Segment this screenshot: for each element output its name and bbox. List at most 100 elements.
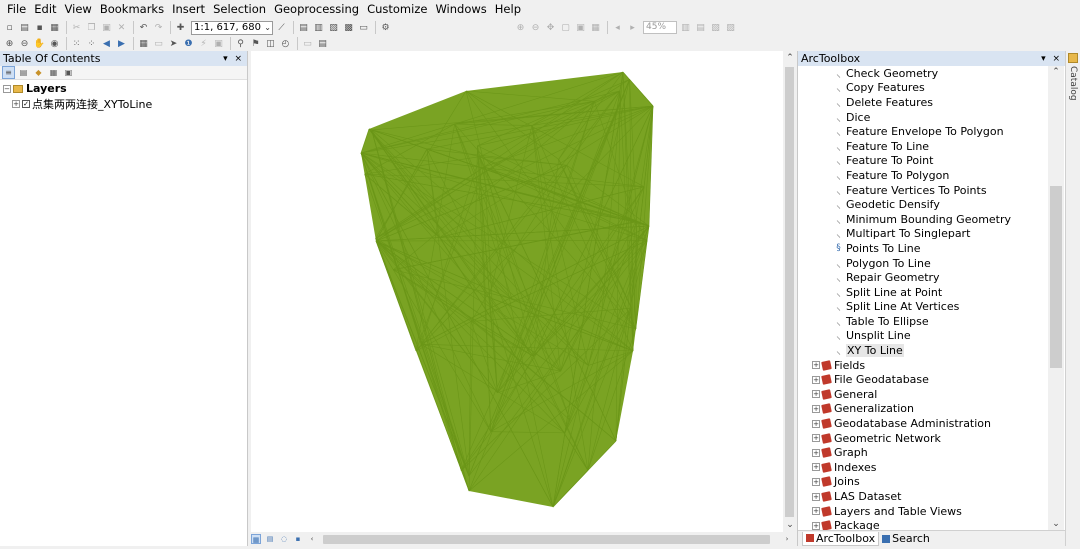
menu-bookmarks[interactable]: Bookmarks [96,0,168,19]
layout-view-icon[interactable]: ▤ [265,534,275,544]
expand-icon[interactable]: + [812,448,820,457]
back-extent-icon[interactable]: ◀ [100,37,113,50]
find-icon[interactable]: ⚲ [234,37,247,50]
tool-item[interactable]: ⸜ Delete Features [798,95,1048,110]
toolset-item[interactable]: + Fields [798,358,1048,373]
options-icon[interactable]: ▣ [62,66,75,79]
toolset-item[interactable]: + Generalization [798,402,1048,417]
tab-arctoolbox[interactable]: ArcToolbox [802,531,880,546]
menu-selection[interactable]: Selection [209,0,270,19]
tool-item[interactable]: ⸜ XY To Line [798,343,1048,358]
data-view-icon[interactable]: ▦ [251,534,261,544]
fixed-zoom-in-icon[interactable]: ⁙ [70,37,83,50]
pause-drawing-icon[interactable]: ▪ [293,534,303,544]
tool-item[interactable]: ⸜ Table To Ellipse [798,314,1048,329]
scroll-up-icon[interactable]: ⌃ [1049,67,1063,77]
layout-pan-icon[interactable]: ✥ [544,21,557,34]
list-by-drawing-order-icon[interactable]: ≡ [2,66,15,79]
scroll-thumb[interactable] [323,534,770,544]
pan-icon[interactable]: ✋ [33,37,46,50]
tool-item[interactable]: ⸜ Check Geometry [798,66,1048,81]
tool-item[interactable]: ⸜ Split Line At Vertices [798,300,1048,315]
menu-help[interactable]: Help [491,0,525,19]
layout-zoom-dropdown[interactable]: 45% [643,21,677,34]
toolset-item[interactable]: + Geodatabase Administration [798,416,1048,431]
expand-icon[interactable]: + [812,477,820,486]
zoom-out-icon[interactable]: ⊖ [18,37,31,50]
print-icon[interactable]: ▦ [48,21,61,34]
data-frame-icon[interactable]: ▤ [316,37,329,50]
tool-item[interactable]: ⸜ Unsplit Line [798,329,1048,344]
fixed-zoom-in-icon[interactable]: ▦ [589,21,602,34]
create-viewer-icon[interactable]: ▭ [301,37,314,50]
tool-item[interactable]: ⸜ Geodetic Densify [798,197,1048,212]
data-driven-pages-icon[interactable]: ▨ [724,21,737,34]
scroll-thumb[interactable] [785,67,794,517]
scroll-left-icon[interactable]: ‹ [307,534,317,544]
tool-item[interactable]: ⸜ Feature To Line [798,139,1048,154]
expand-icon[interactable]: + [812,375,820,384]
change-layout-icon[interactable]: ▧ [709,21,722,34]
zoom-100-icon[interactable]: ▣ [574,21,587,34]
tool-item[interactable]: ⸜ Feature To Point [798,154,1048,169]
toggle-draft-mode-icon[interactable]: ▥ [679,21,692,34]
toolset-item[interactable]: + Indexes [798,460,1048,475]
save-icon[interactable]: ▪ [33,21,46,34]
tool-item[interactable]: ⸜ Copy Features [798,81,1048,96]
menu-customize[interactable]: Customize [363,0,431,19]
html-popup-icon[interactable]: ▣ [212,37,225,50]
python-window-icon[interactable]: ▭ [357,21,370,34]
expand-icon[interactable]: + [812,390,820,399]
editor-toolbar-icon[interactable]: ⟋ [275,21,288,34]
tool-item[interactable]: ⸜ Multipart To Singlepart [798,227,1048,242]
layout-back-icon[interactable]: ◂ [611,21,624,34]
layout-zoom-out-icon[interactable]: ⊖ [529,21,542,34]
arctoolbox-icon[interactable]: ▩ [342,21,355,34]
expand-icon[interactable]: + [812,434,820,443]
tool-item[interactable]: ⸜ Split Line at Point [798,285,1048,300]
table-of-contents-icon[interactable]: ▤ [297,21,310,34]
map-scale-dropdown[interactable]: 1:1, 617, 680 ⌄ [191,20,273,35]
focus-data-frame-icon[interactable]: ▤ [694,21,707,34]
open-icon[interactable]: ▤ [18,21,31,34]
tab-search[interactable]: Search [879,532,933,546]
hyperlink-icon[interactable]: ⚡ [197,37,210,50]
model-builder-icon[interactable]: ⚙ [379,21,392,34]
toolset-item[interactable]: + File Geodatabase [798,372,1048,387]
toolset-item[interactable]: + Geometric Network [798,431,1048,446]
tool-item[interactable]: ⸜ Polygon To Line [798,256,1048,271]
tool-item[interactable]: ⸜ Feature Vertices To Points [798,183,1048,198]
map-view[interactable] [251,51,783,532]
scroll-right-icon[interactable]: › [782,534,792,544]
delete-icon[interactable]: ✕ [115,21,128,34]
list-by-selection-icon[interactable]: ▦ [47,66,60,79]
list-by-source-icon[interactable]: ▤ [17,66,30,79]
scroll-thumb[interactable] [1050,186,1062,368]
catalog-window-icon[interactable]: ▥ [312,21,325,34]
menu-file[interactable]: File [3,0,30,19]
expand-icon[interactable]: + [812,492,820,501]
search-window-icon[interactable]: ▧ [327,21,340,34]
expand-icon[interactable]: + [812,419,820,428]
scroll-down-icon[interactable]: ⌄ [783,520,797,530]
tool-item[interactable]: § Points To Line [798,241,1048,256]
toolset-item[interactable]: + General [798,387,1048,402]
layout-forward-icon[interactable]: ▸ [626,21,639,34]
layers-root[interactable]: − Layers [3,81,247,96]
redo-icon[interactable]: ↷ [152,21,165,34]
time-slider-icon[interactable]: ◴ [279,37,292,50]
expand-icon[interactable]: + [812,521,820,530]
expand-icon[interactable]: + [812,361,820,370]
full-extent-icon[interactable]: ◉ [48,37,61,50]
catalog-side-tab[interactable]: Catalog [1065,51,1080,546]
measure-icon[interactable]: ◫ [264,37,277,50]
add-data-icon[interactable]: ✚ [174,21,187,34]
forward-extent-icon[interactable]: ▶ [115,37,128,50]
find-route-icon[interactable]: ⚑ [249,37,262,50]
list-by-visibility-icon[interactable]: ◆ [32,66,45,79]
expand-icon[interactable]: + [812,463,820,472]
copy-icon[interactable]: ❐ [85,21,98,34]
tool-item[interactable]: ⸜ Feature To Polygon [798,168,1048,183]
select-features-icon[interactable]: ▦ [137,37,150,50]
fixed-zoom-out-icon[interactable]: ⁘ [85,37,98,50]
